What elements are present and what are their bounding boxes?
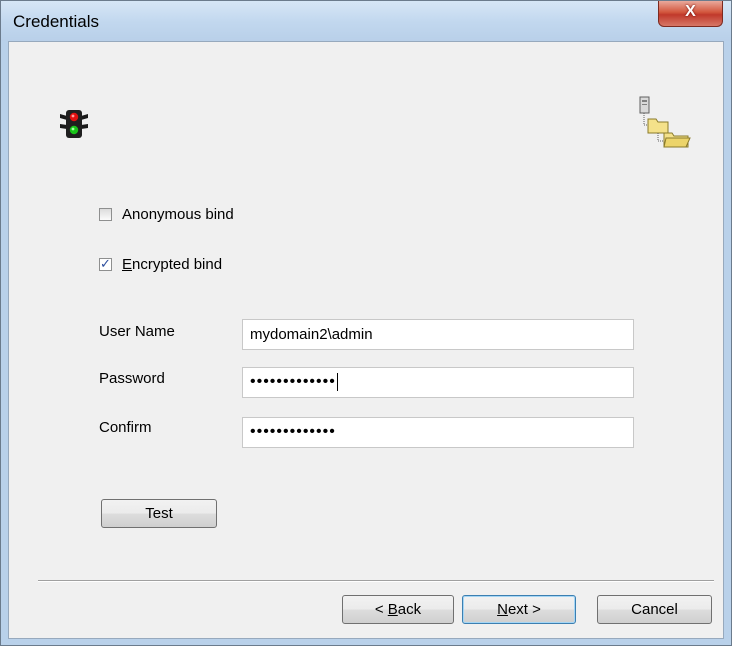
directory-tree-icon [639,96,691,148]
credentials-dialog: Credentials X Anonymous bind ✓ Encrypted… [0,0,732,646]
test-button[interactable]: Test [101,499,217,528]
password-input[interactable]: ••••••••••••• [242,367,634,398]
traffic-light-icon [60,110,88,138]
back-button[interactable]: < Back [342,595,454,624]
cancel-button[interactable]: Cancel [597,595,712,624]
title-bar: Credentials X [1,1,731,41]
password-label: Password [99,370,165,387]
next-button[interactable]: Next > [462,595,576,624]
close-button[interactable]: X [658,1,723,27]
separator-line [38,580,714,582]
dialog-client-area: Anonymous bind ✓ Encrypted bind User Nam… [8,41,724,639]
anonymous-bind-label[interactable]: Anonymous bind [122,206,234,223]
encrypted-bind-checkbox[interactable]: ✓ [99,256,112,271]
encrypted-bind-label[interactable]: Encrypted bind [122,256,222,273]
close-icon: X [685,3,696,20]
text-cursor [336,373,338,391]
window-title: Credentials [13,12,99,31]
user-name-label: User Name [99,323,175,340]
checkmark-icon: ✓ [100,256,111,271]
user-name-input[interactable]: mydomain2\admin [242,319,634,350]
anonymous-bind-checkbox[interactable] [99,208,112,221]
confirm-label: Confirm [99,419,152,436]
confirm-password-input[interactable]: ••••••••••••• [242,417,634,448]
